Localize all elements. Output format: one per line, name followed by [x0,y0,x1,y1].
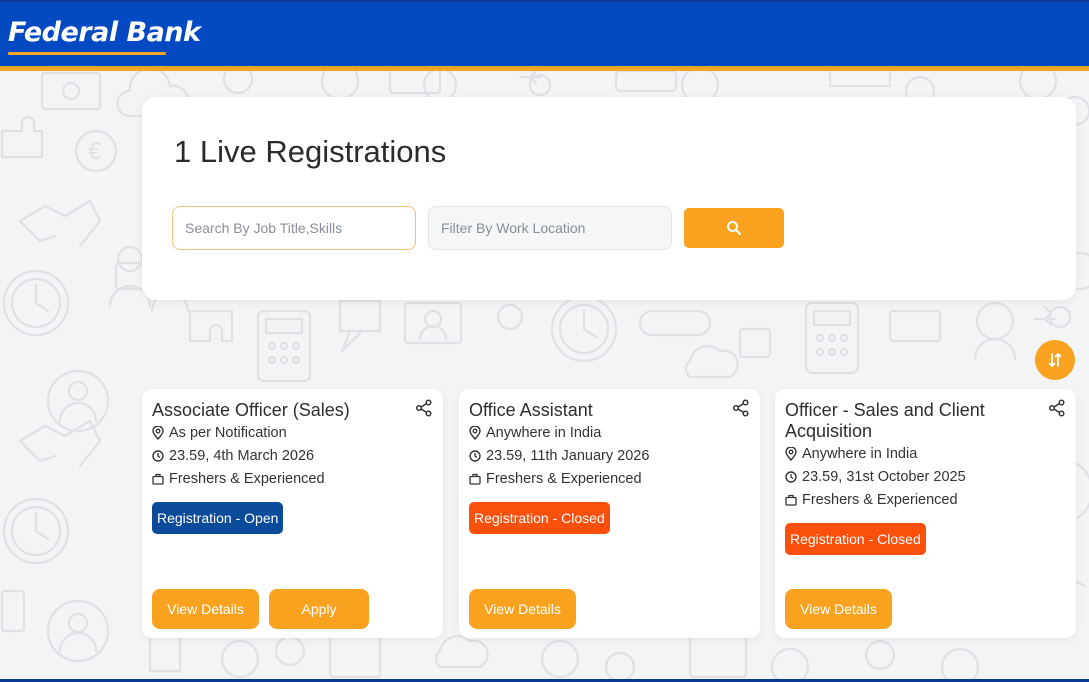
view-details-button[interactable]: View Details [785,589,892,629]
job-location: As per Notification [152,425,432,441]
view-details-button[interactable]: View Details [469,589,576,629]
job-title[interactable]: Office Assistant [469,400,724,421]
clock-icon [785,471,797,483]
job-card: Associate Officer (Sales) As per Notific… [142,389,443,638]
share-icon[interactable] [1048,399,1066,417]
page-title: 1 Live Registrations [174,134,447,169]
job-location-text: Anywhere in India [486,425,602,441]
status-badge: Registration - Closed [469,502,610,534]
view-details-button[interactable]: View Details [152,589,259,629]
job-experience: Freshers & Experienced [469,471,749,487]
location-pin-icon [469,426,481,440]
job-deadline-text: 23.59, 31st October 2025 [802,469,966,485]
share-icon[interactable] [415,399,433,417]
job-card: Office Assistant Anywhere in India 23.59… [459,389,760,638]
job-deadline: 23.59, 11th January 2026 [469,448,749,464]
job-title[interactable]: Officer - Sales and Client Acquisition [785,400,1040,442]
location-pin-icon [785,447,797,461]
location-filter-input[interactable] [428,206,672,250]
share-icon[interactable] [732,399,750,417]
job-experience-text: Freshers & Experienced [486,471,642,487]
briefcase-icon [785,494,797,506]
status-badge: Registration - Closed [785,523,926,555]
job-experience: Freshers & Experienced [785,492,1065,508]
svg-text:€: € [88,140,102,165]
job-search-input[interactable] [172,206,416,250]
clock-icon [152,450,164,462]
job-deadline: 23.59, 31st October 2025 [785,469,1065,485]
job-title[interactable]: Associate Officer (Sales) [152,400,407,421]
search-panel: 1 Live Registrations [142,97,1076,300]
search-icon [727,221,741,235]
job-deadline-text: 23.59, 4th March 2026 [169,448,315,464]
briefcase-icon [152,473,164,485]
job-location-text: Anywhere in India [802,446,918,462]
job-deadline-text: 23.59, 11th January 2026 [486,448,650,464]
briefcase-icon [469,473,481,485]
job-location: Anywhere in India [785,446,1065,462]
job-experience-text: Freshers & Experienced [169,471,325,487]
status-badge: Registration - Open [152,502,284,534]
clock-icon [469,450,481,462]
location-pin-icon [152,426,164,440]
search-button[interactable] [684,208,784,248]
site-header: Federal Bank [0,0,1089,66]
sort-button[interactable] [1035,340,1075,380]
sort-icon [1048,353,1062,367]
apply-button[interactable]: Apply [269,589,369,629]
federal-bank-logo[interactable]: Federal Bank [8,17,201,48]
logo-underline [8,52,166,55]
job-card: Officer - Sales and Client Acquisition A… [775,389,1076,638]
job-experience-text: Freshers & Experienced [802,492,958,508]
job-experience: Freshers & Experienced [152,471,432,487]
job-location-text: As per Notification [169,425,287,441]
job-deadline: 23.59, 4th March 2026 [152,448,432,464]
job-location: Anywhere in India [469,425,749,441]
